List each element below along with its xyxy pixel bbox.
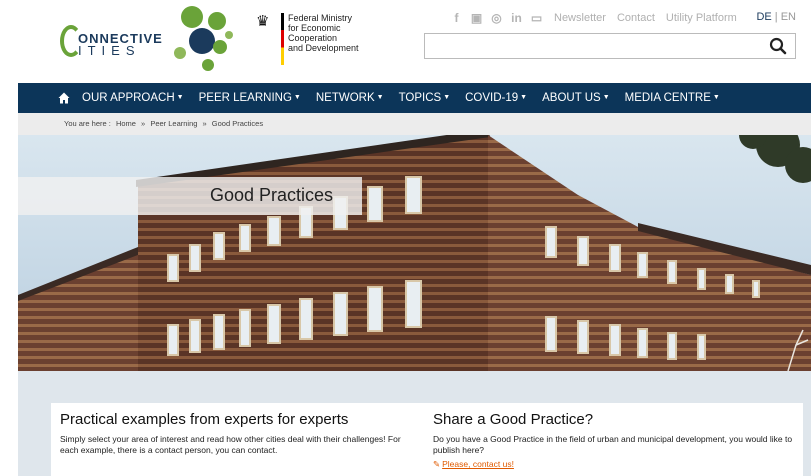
nav-label: COVID-19 [465, 92, 519, 104]
lang-separator: | [774, 11, 778, 23]
nav-peer-learning[interactable]: PEER LEARNING ▼ [199, 92, 301, 104]
linkedin-icon[interactable]: in [510, 11, 523, 25]
logo-dots-icon [174, 6, 233, 71]
page-title: Good Practices [210, 185, 334, 205]
nav-about-us[interactable]: ABOUT US ▼ [542, 92, 610, 104]
breadcrumb-current: Good Practices [211, 119, 264, 128]
breadcrumb-home[interactable]: Home [116, 119, 136, 128]
utility-bar: f ▣ ◎ in ▭ Newsletter Contact Utility Pl… [450, 10, 737, 26]
hero-title-box: Good Practices [18, 177, 362, 215]
contact-us-link[interactable]: ✎ Please, contact us! [433, 459, 514, 470]
share-text: Do you have a Good Practice in the field… [433, 434, 793, 455]
contact-link[interactable]: Contact [617, 12, 655, 24]
eagle-icon: ♛ [256, 13, 270, 30]
intro-title: Practical examples from experts for expe… [60, 411, 349, 428]
nav-label: OUR APPROACH [82, 92, 175, 104]
ministry-logo[interactable]: ♛ Federal Ministry for Economic Cooperat… [256, 13, 386, 65]
main-navigation: OUR APPROACH ▼ PEER LEARNING ▼ NETWORK ▼ TO… [18, 83, 811, 113]
contact-us-label: Please, contact us! [442, 459, 514, 469]
share-title: Share a Good Practice? [433, 411, 594, 428]
utility-platform-link[interactable]: Utility Platform [666, 12, 737, 24]
nav-label: NETWORK [315, 92, 375, 104]
caret-down-icon: ▼ [176, 94, 184, 101]
logo-line2: ITIES [78, 43, 141, 58]
nav-network[interactable]: NETWORK ▼ [316, 92, 384, 104]
connective-cities-logo[interactable]: ONNECTIVE ITIES [60, 5, 238, 75]
search-icon[interactable] [769, 37, 787, 55]
site-header: ONNECTIVE ITIES ♛ Federal Ministry for E… [0, 0, 811, 83]
nav-media-centre[interactable]: MEDIA CENTRE ▼ [625, 92, 720, 104]
nav-topics[interactable]: TOPICS ▼ [399, 92, 451, 104]
pencil-icon: ✎ [433, 459, 441, 469]
breadcrumb-separator: » [202, 119, 207, 128]
nav-label: TOPICS [398, 92, 442, 104]
instagram-icon[interactable]: ◎ [490, 11, 503, 25]
nav-our-approach[interactable]: OUR APPROACH ▼ [82, 92, 184, 104]
hero-banner: Good Practices [18, 135, 811, 371]
caret-down-icon: ▼ [712, 94, 720, 101]
caret-down-icon: ▼ [293, 94, 301, 101]
breadcrumb-separator: » [141, 119, 146, 128]
youtube-icon[interactable]: ▣ [470, 11, 483, 25]
search-input[interactable] [429, 37, 759, 55]
search-box [424, 33, 796, 59]
facebook-icon[interactable]: f [450, 11, 463, 25]
intro-text: Simply select your area of interest and … [60, 434, 401, 455]
ministry-name: Federal Ministry for Economic Cooperatio… [288, 13, 359, 53]
breadcrumb-prefix: You are here : [64, 119, 111, 128]
nav-label: ABOUT US [542, 92, 601, 104]
newsletter-link[interactable]: Newsletter [554, 12, 606, 24]
caret-down-icon: ▼ [520, 94, 528, 101]
german-flag-bar [281, 13, 284, 65]
caret-down-icon: ▼ [602, 94, 610, 101]
logo-text: ONNECTIVE ITIES [78, 32, 163, 58]
hero-building-image [18, 135, 811, 371]
nav-label: PEER LEARNING [198, 92, 292, 104]
share-card: Share a Good Practice? Do you have a Goo… [424, 403, 803, 476]
caret-down-icon: ▼ [376, 94, 384, 101]
home-icon[interactable] [58, 92, 70, 104]
breadcrumb: You are here : Home » Peer Learning » Go… [18, 113, 811, 135]
lang-de-link[interactable]: DE [756, 11, 771, 23]
nav-covid-19[interactable]: COVID-19 ▼ [465, 92, 527, 104]
breadcrumb-peer-learning[interactable]: Peer Learning [150, 119, 197, 128]
lang-en-link[interactable]: EN [781, 11, 796, 23]
intro-card: Practical examples from experts for expe… [51, 403, 426, 476]
nav-label: MEDIA CENTRE [624, 92, 711, 104]
calendar-icon[interactable]: ▭ [530, 11, 543, 25]
language-switcher: DE | EN [756, 11, 796, 23]
caret-down-icon: ▼ [443, 94, 451, 101]
intro-section: Practical examples from experts for expe… [18, 371, 811, 476]
